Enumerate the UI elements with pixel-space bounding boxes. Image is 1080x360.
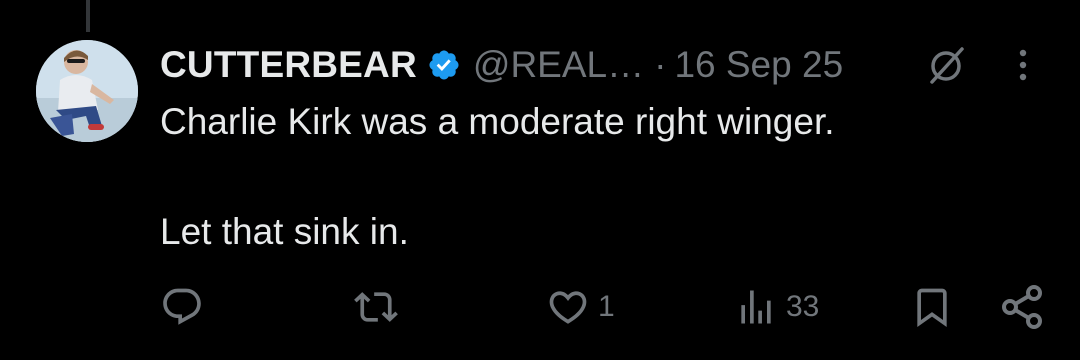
thread-connector-line — [86, 0, 90, 32]
heart-icon — [549, 291, 587, 324]
share-icon — [1002, 285, 1042, 329]
header-separator: · — [654, 44, 667, 85]
more-options-icon[interactable] — [1010, 44, 1036, 86]
bookmark-icon — [917, 288, 947, 328]
display-name[interactable]: CUTTERBEAR — [160, 44, 417, 86]
grok-icon[interactable] — [926, 44, 968, 86]
views-button[interactable]: 33 — [734, 285, 819, 329]
tweet-header: CUTTERBEAR @REAL… · 16 Sep 25 — [160, 40, 1060, 90]
like-count: 1 — [598, 290, 615, 323]
tweet-text-line: Let that sink in. — [160, 211, 409, 252]
tweet-text: Charlie Kirk was a moderate right winger… — [160, 100, 1040, 254]
bookmark-button[interactable] — [910, 285, 954, 329]
verified-badge-icon — [427, 48, 461, 82]
views-icon — [741, 290, 771, 324]
repost-icon — [354, 292, 398, 322]
user-handle[interactable]: @REAL… — [473, 44, 644, 86]
reply-button[interactable] — [160, 285, 212, 329]
views-count: 33 — [786, 290, 820, 323]
repost-button[interactable] — [354, 285, 406, 329]
user-photo-icon — [36, 40, 138, 142]
share-button[interactable] — [998, 285, 1046, 329]
tweet-text-line: Charlie Kirk was a moderate right winger… — [160, 101, 835, 142]
post-date[interactable]: 16 Sep 25 — [674, 44, 843, 86]
reply-icon — [163, 288, 201, 325]
like-button[interactable]: 1 — [546, 285, 615, 329]
avatar[interactable] — [36, 40, 138, 142]
